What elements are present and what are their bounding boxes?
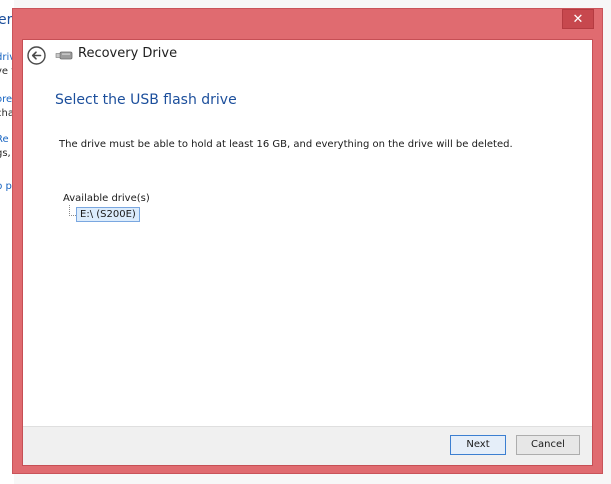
app-title: Recovery Drive bbox=[78, 46, 178, 61]
background-text: gs, bbox=[0, 148, 11, 159]
close-icon: ✕ bbox=[572, 12, 584, 27]
recovery-drive-window: ✕ Recovery Drive Select the USB flash dr… bbox=[12, 8, 603, 474]
available-drives-label: Available drive(s) bbox=[63, 193, 150, 204]
back-arrow-icon bbox=[27, 46, 46, 65]
usb-drive-icon bbox=[55, 51, 73, 60]
tree-connector bbox=[69, 205, 76, 216]
close-button[interactable]: ✕ bbox=[562, 9, 594, 29]
cancel-button[interactable]: Cancel bbox=[516, 435, 580, 455]
background-link[interactable]: Re bbox=[0, 134, 9, 145]
wizard-header: Recovery Drive bbox=[23, 40, 592, 70]
drive-list-item[interactable]: E:\ (S200E) bbox=[76, 207, 140, 222]
description-text: The drive must be able to hold at least … bbox=[59, 139, 513, 150]
window-client-area: Recovery Drive Select the USB flash driv… bbox=[22, 39, 593, 466]
screen: ery driv ve tl ore cha Re gs, p pr ✕ bbox=[0, 0, 611, 484]
next-button[interactable]: Next bbox=[450, 435, 506, 455]
back-button[interactable] bbox=[27, 46, 46, 65]
wizard-footer: Next Cancel bbox=[23, 426, 592, 465]
background-link[interactable]: ore bbox=[0, 94, 12, 105]
page-title: Select the USB flash drive bbox=[55, 92, 237, 108]
